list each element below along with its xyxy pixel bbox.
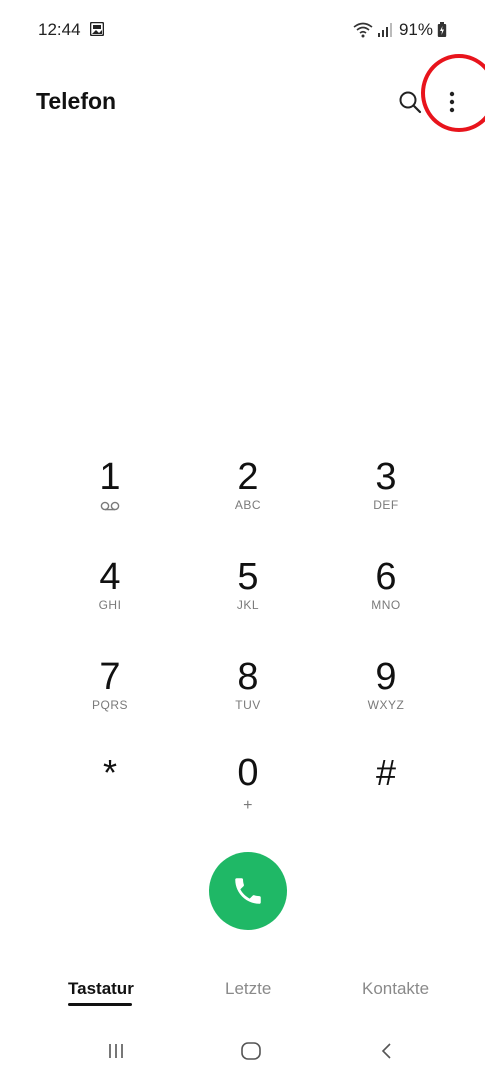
key-2[interactable]: 2 ABC xyxy=(188,455,308,545)
voicemail-icon xyxy=(100,501,120,511)
battery-percentage: 91% xyxy=(398,20,433,39)
key-digit: 5 xyxy=(237,556,259,598)
key-letters: PQRS xyxy=(91,698,128,712)
key-hash[interactable]: # xyxy=(326,751,446,841)
phone-screen: 12:44 91% Telefon 1 2 ABC 3 DEF 4 GHI 5 … xyxy=(0,0,485,1072)
key-letters: TUV xyxy=(235,698,261,712)
key-star[interactable]: * xyxy=(50,751,170,841)
key-digit: 3 xyxy=(375,456,397,498)
active-tab-indicator xyxy=(68,1003,132,1006)
call-button[interactable] xyxy=(209,852,287,930)
signal-icon xyxy=(377,23,392,37)
wifi-icon xyxy=(353,22,373,38)
key-digit: 0 xyxy=(237,752,259,794)
home-icon xyxy=(241,1042,261,1060)
key-digit: 9 xyxy=(375,656,397,698)
key-4[interactable]: 4 GHI xyxy=(50,555,170,645)
key-6[interactable]: 6 MNO xyxy=(326,555,446,645)
key-digit: 2 xyxy=(237,456,259,498)
key-letters: DEF xyxy=(373,498,399,512)
key-digit: 4 xyxy=(99,556,121,598)
key-digit: 6 xyxy=(375,556,397,598)
key-digit: * xyxy=(102,752,117,793)
gallery-notification-icon xyxy=(90,22,104,36)
status-time: 12:44 xyxy=(38,20,81,39)
key-letters: ABC xyxy=(234,498,262,512)
app-title: Telefon xyxy=(36,88,117,114)
home-button[interactable] xyxy=(236,1038,266,1064)
phone-icon xyxy=(235,878,261,904)
recent-apps-icon xyxy=(109,1044,123,1058)
key-5[interactable]: 5 JKL xyxy=(188,555,308,645)
key-letters: GHI xyxy=(98,598,122,612)
tab-tastatur[interactable]: Tastatur xyxy=(68,979,134,999)
search-icon[interactable] xyxy=(396,88,424,116)
bottom-tabs: Tastatur Letzte Kontakte xyxy=(0,975,485,1015)
key-digit: # xyxy=(375,752,397,793)
tab-kontakte[interactable]: Kontakte xyxy=(362,979,429,999)
system-nav-bar xyxy=(0,1030,485,1072)
key-letters: + xyxy=(243,797,253,814)
key-digit: 7 xyxy=(99,656,121,698)
status-bar: 12:44 91% xyxy=(0,0,485,62)
back-button[interactable] xyxy=(372,1038,402,1064)
key-3[interactable]: 3 DEF xyxy=(326,455,446,545)
key-8[interactable]: 8 TUV xyxy=(188,655,308,745)
key-digit: 8 xyxy=(237,656,259,698)
key-9[interactable]: 9 WXYZ xyxy=(326,655,446,745)
key-letters: WXYZ xyxy=(367,698,405,712)
key-1[interactable]: 1 xyxy=(50,455,170,545)
tab-letzte[interactable]: Letzte xyxy=(225,979,271,999)
key-letters: MNO xyxy=(371,598,401,612)
battery-icon xyxy=(437,22,447,37)
recent-apps-button[interactable] xyxy=(101,1038,131,1064)
status-icons: 91% xyxy=(353,20,447,40)
key-letters: JKL xyxy=(236,598,260,612)
key-0[interactable]: 0 + xyxy=(188,751,308,841)
key-digit: 1 xyxy=(99,456,121,498)
back-icon xyxy=(381,1043,391,1059)
key-7[interactable]: 7 PQRS xyxy=(50,655,170,745)
app-bar: Telefon xyxy=(0,62,485,142)
